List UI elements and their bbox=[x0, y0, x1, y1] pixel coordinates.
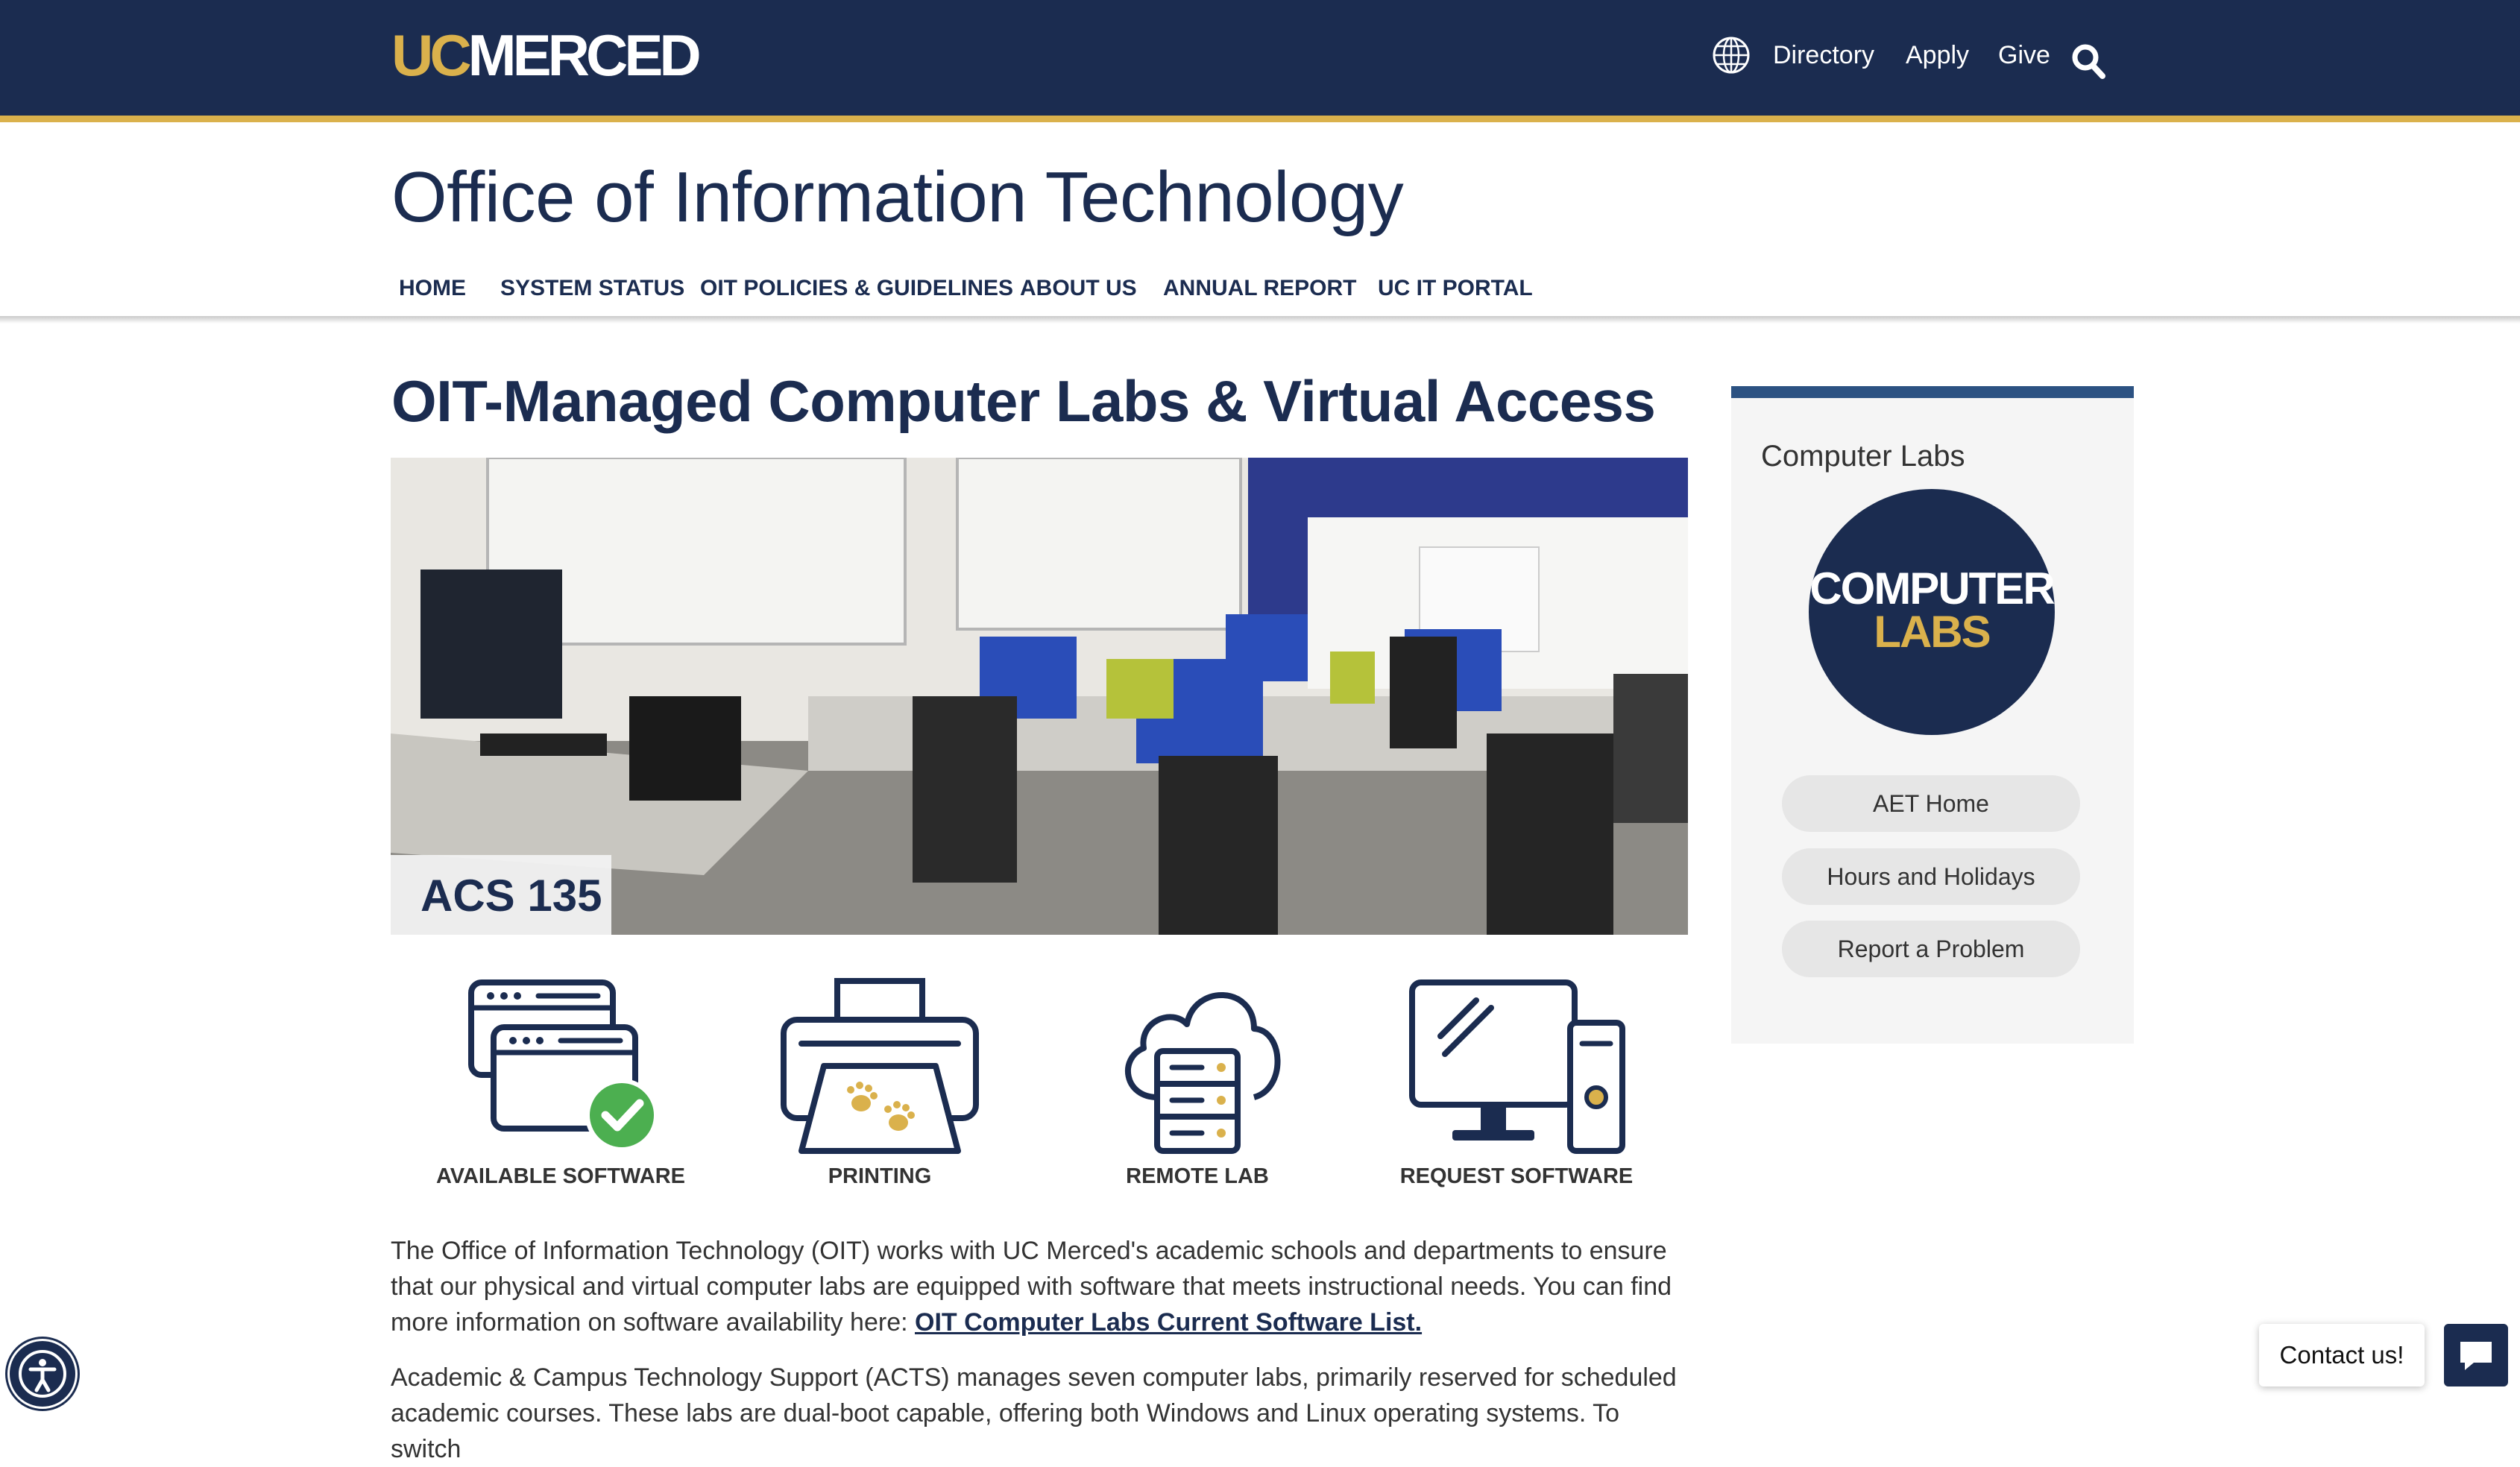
logo-uc-text: UC bbox=[391, 22, 472, 88]
hours-holidays-button[interactable]: Hours and Holidays bbox=[1782, 848, 2080, 905]
available-software-label[interactable]: AVAILABLE SOFTWARE bbox=[412, 1161, 710, 1191]
apply-link[interactable]: Apply bbox=[1906, 37, 1969, 73]
remote-lab-label[interactable]: REMOTE LAB bbox=[1048, 1161, 1346, 1191]
accessibility-icon bbox=[19, 1350, 66, 1398]
software-windows-check-icon[interactable] bbox=[464, 977, 658, 1155]
logo-merced-text: MERCED bbox=[467, 22, 702, 88]
intro-paragraph: The Office of Information Technology (OI… bbox=[391, 1233, 1688, 1340]
nav-annual-report[interactable]: ANNUAL REPORT bbox=[1163, 274, 1356, 303]
uc-merced-logo[interactable]: UCMERCED bbox=[391, 22, 702, 88]
sidebar-title: Computer Labs bbox=[1761, 440, 1965, 473]
directory-link[interactable]: Directory bbox=[1773, 37, 1874, 73]
sidebar-accent-bar bbox=[1731, 386, 2134, 398]
cloud-server-icon[interactable] bbox=[1108, 977, 1287, 1155]
desktop-computer-icon[interactable] bbox=[1408, 977, 1628, 1155]
chat-button[interactable] bbox=[2444, 1324, 2508, 1386]
acts-paragraph: Academic & Campus Technology Support (AC… bbox=[391, 1363, 1677, 1463]
nav-shadow bbox=[0, 316, 2520, 324]
give-link[interactable]: Give bbox=[1998, 37, 2050, 73]
globe-icon[interactable] bbox=[1712, 36, 1751, 75]
chat-icon bbox=[2460, 1342, 2492, 1370]
nav-system-status[interactable]: SYSTEM STATUS bbox=[500, 274, 684, 303]
nav-home[interactable]: HOME bbox=[399, 274, 466, 303]
contact-us-button[interactable]: Contact us! bbox=[2259, 1324, 2425, 1386]
search-icon[interactable] bbox=[2071, 43, 2105, 79]
software-list-link[interactable]: OIT Computer Labs Current Software List. bbox=[915, 1308, 1422, 1337]
request-software-label[interactable]: REQUEST SOFTWARE bbox=[1367, 1161, 1666, 1191]
nav-oit-policies[interactable]: OIT POLICIES & GUIDELINES bbox=[700, 274, 1013, 303]
accessibility-button[interactable] bbox=[7, 1339, 78, 1409]
nav-uc-it-portal[interactable]: UC IT PORTAL bbox=[1378, 274, 1533, 303]
aet-home-button[interactable]: AET Home bbox=[1782, 775, 2080, 832]
hero-caption-text: ACS 135 bbox=[420, 871, 602, 921]
printer-paw-icon[interactable] bbox=[779, 977, 980, 1155]
printing-label[interactable]: PRINTING bbox=[731, 1161, 1029, 1191]
badge-line-labs: LABS bbox=[1874, 607, 1991, 657]
gold-divider bbox=[0, 116, 2520, 122]
nav-about-us[interactable]: ABOUT US bbox=[1020, 274, 1137, 303]
top-navbar bbox=[0, 0, 2520, 116]
report-problem-button[interactable]: Report a Problem bbox=[1782, 921, 2080, 977]
badge-line-computer: COMPUTER bbox=[1809, 564, 2055, 613]
page-title: OIT-Managed Computer Labs & Virtual Acce… bbox=[391, 368, 1656, 434]
site-title[interactable]: Office of Information Technology bbox=[391, 149, 1404, 246]
hero-caption: ACS 135 bbox=[391, 855, 611, 935]
